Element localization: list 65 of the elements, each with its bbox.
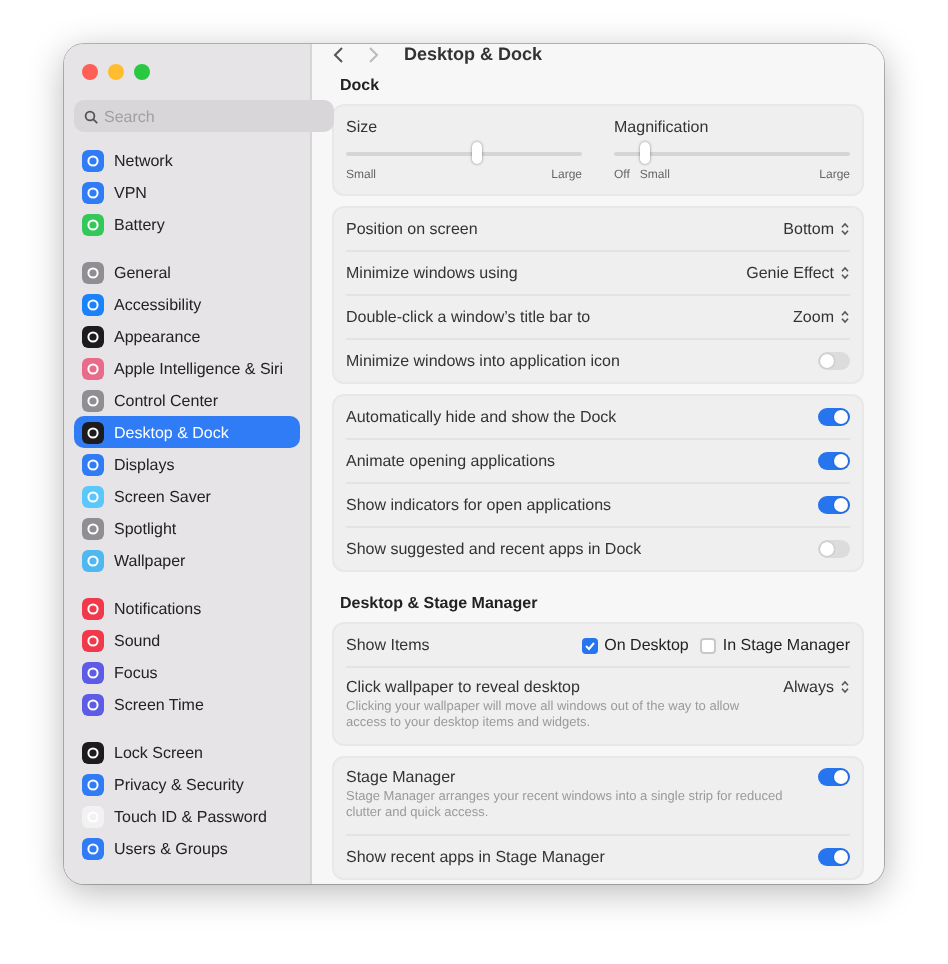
setting-label: Position on screen [346, 220, 478, 238]
sidebar-item[interactable]: Desktop & Dock [74, 416, 300, 448]
search-field[interactable]: Search [74, 100, 334, 132]
search-icon [84, 109, 98, 123]
sidebar-item[interactable]: Battery [74, 208, 300, 240]
section-heading: Dock [340, 76, 382, 94]
up-down-chevron-icon [840, 680, 850, 694]
sidebar-item[interactable]: Apple Intelligence & Siri [74, 352, 300, 384]
sidebar-item[interactable]: Users & Groups [74, 832, 300, 864]
slider-track[interactable] [614, 142, 850, 164]
sidebar-item[interactable]: Privacy & Security [74, 768, 300, 800]
setting-label: Automatically hide and show the Dock [346, 408, 617, 426]
popup-menu[interactable]: Bottom [783, 220, 850, 238]
setting-label: Animate opening applications [346, 452, 556, 470]
sidebar-item[interactable]: Sound [74, 624, 300, 656]
up-down-chevron-icon [840, 266, 850, 280]
toggle-switch[interactable] [818, 408, 850, 426]
slider-thumb[interactable] [471, 142, 482, 164]
setting-label: Click wallpaper to reveal desktop [346, 678, 582, 696]
popup-menu[interactable]: Zoom [793, 308, 850, 326]
sidebar-item[interactable]: Touch ID & Password [74, 800, 300, 832]
sidebar-item[interactable]: Accessibility [74, 288, 300, 320]
setting-label: Show suggested and recent apps in Dock [346, 540, 642, 558]
sidebar-item[interactable]: Wallpaper [74, 544, 300, 576]
sidebar-item[interactable]: Displays [74, 448, 300, 480]
toggle-switch[interactable] [818, 847, 850, 866]
setting-label: Show indicators for open applications [346, 496, 612, 514]
sidebar-item[interactable]: VPN [74, 176, 300, 208]
back-icon[interactable] [332, 45, 344, 63]
toggle-switch[interactable] [818, 540, 850, 558]
slider-label: Size [346, 118, 380, 136]
slider-label: Magnification [614, 118, 711, 136]
setting-label: Minimize windows into application icon [346, 352, 620, 370]
setting-label: Show recent apps in Stage Manager [346, 847, 605, 866]
checkbox-label: On Desktop [604, 636, 689, 654]
sidebar-item[interactable]: Lock Screen [74, 736, 300, 768]
slider-thumb[interactable] [640, 142, 651, 164]
toggle-switch[interactable] [818, 767, 850, 786]
checkbox[interactable] [700, 637, 717, 653]
sidebar-item[interactable]: Appearance [74, 320, 300, 352]
setting-label: Show Items [346, 636, 430, 654]
sidebar-item[interactable]: Network [74, 144, 300, 176]
sidebar-item[interactable]: Screen Saver [74, 480, 300, 512]
toggle-switch[interactable] [818, 352, 850, 370]
setting-label: Double-click a window’s title bar to [346, 308, 591, 326]
toggle-switch[interactable] [818, 452, 850, 470]
sidebar-item[interactable]: Notifications [74, 592, 300, 624]
sidebar-item[interactable]: Screen Time [74, 688, 300, 720]
toggle-switch[interactable] [818, 496, 850, 514]
section-heading: Desktop & Stage Manager [340, 594, 540, 612]
forward-icon[interactable] [368, 45, 380, 63]
window-title: Desktop & Dock [404, 44, 543, 64]
sidebar-item[interactable]: Focus [74, 656, 300, 688]
checkbox-label: In Stage Manager [722, 636, 850, 654]
setting-label: Stage Manager [346, 767, 458, 786]
sidebar-item[interactable]: Control Center [74, 384, 300, 416]
sidebar-item[interactable]: Spotlight [74, 512, 300, 544]
up-down-chevron-icon [840, 222, 850, 236]
slider-track[interactable] [346, 142, 582, 164]
setting-label: Minimize windows using [346, 264, 518, 282]
popup-menu[interactable]: Always [783, 678, 850, 696]
up-down-chevron-icon [840, 310, 850, 324]
sidebar-item[interactable]: General [74, 256, 300, 288]
checkbox[interactable] [582, 637, 599, 653]
popup-menu[interactable]: Genie Effect [746, 264, 850, 282]
